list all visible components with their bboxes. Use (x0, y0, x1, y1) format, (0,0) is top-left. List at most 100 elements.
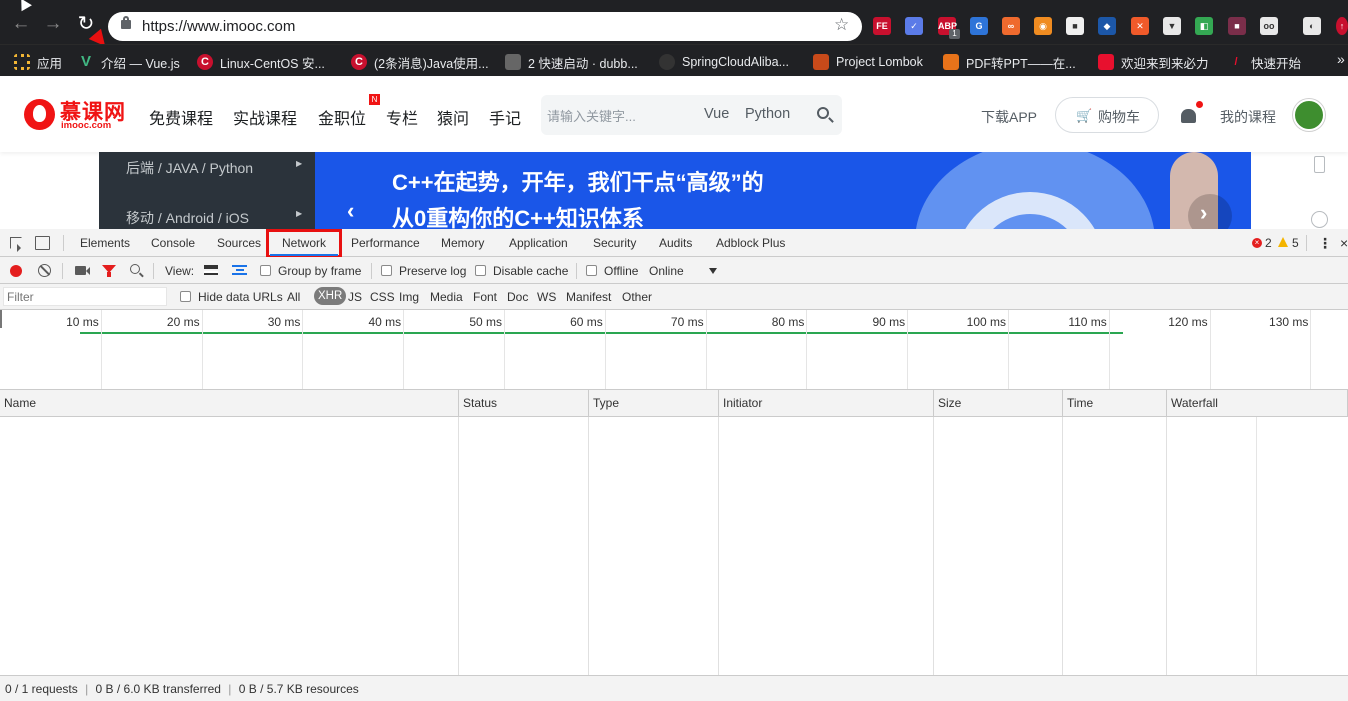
devtools-tab-application[interactable]: Application (509, 229, 568, 257)
nav-link[interactable]: 实战课程 (233, 105, 297, 129)
search-tag-vue[interactable]: Vue (704, 106, 729, 122)
devtools-tab-memory[interactable]: Memory (441, 229, 484, 257)
devtools-tab-network[interactable]: Network (282, 229, 326, 257)
bookmark-item[interactable]: V 介绍 — Vue.js (78, 53, 180, 71)
devtools-tab-sources[interactable]: Sources (217, 229, 261, 257)
filter-type-other[interactable]: Other (622, 290, 652, 304)
devtools-tab-elements[interactable]: Elements (80, 229, 130, 257)
disable-cache-label[interactable]: Disable cache (493, 264, 568, 278)
search-input[interactable]: 请输入关键字... (547, 106, 636, 125)
more-menu-icon[interactable]: ⋮ (1318, 234, 1332, 252)
reload-icon[interactable]: ↻ (74, 12, 98, 36)
filter-type-font[interactable]: Font (473, 290, 497, 304)
cart-button[interactable]: 🛒 购物车 (1055, 97, 1159, 133)
extension-icon[interactable]: ▼ (1163, 17, 1181, 35)
extension-icon[interactable]: ◧ (1195, 17, 1213, 35)
banner-prev-icon[interactable]: ‹ (347, 200, 354, 222)
error-count[interactable]: 2 (1265, 236, 1272, 250)
extension-icon[interactable]: oo (1260, 17, 1278, 35)
nav-link[interactable]: 免费课程 (149, 105, 213, 129)
extension-icon[interactable]: ✕ (1131, 17, 1149, 35)
banner-next-button[interactable]: › (1188, 194, 1232, 229)
category-item[interactable]: 移动 / Android / iOS (126, 208, 249, 228)
dropdown-arrow-icon[interactable] (709, 268, 717, 274)
extension-icon[interactable]: G (970, 17, 988, 35)
filter-type-ws[interactable]: WS (537, 290, 556, 304)
filter-type-img[interactable]: Img (399, 290, 419, 304)
column-header-waterfall[interactable]: Waterfall (1167, 390, 1348, 416)
address-bar[interactable]: https://www.imooc.com ☆ (108, 12, 862, 41)
site-search[interactable]: 请输入关键字... Vue Python (541, 95, 842, 135)
column-header-name[interactable]: Name (0, 390, 459, 416)
nav-link[interactable]: 猿问 (437, 105, 469, 129)
filter-type-css[interactable]: CSS (370, 290, 395, 304)
large-rows-icon[interactable] (204, 265, 218, 275)
record-icon[interactable] (10, 265, 22, 277)
warning-icon[interactable] (1278, 237, 1288, 247)
imooc-logo[interactable]: 慕课网 imooc.com (24, 98, 134, 132)
extension-icon[interactable]: ↑ (1336, 17, 1348, 35)
extension-icon[interactable]: ◉ (1034, 17, 1052, 35)
group-by-frame-checkbox[interactable] (260, 265, 271, 276)
avatar[interactable] (1293, 99, 1325, 131)
disable-cache-checkbox[interactable] (475, 265, 486, 276)
nav-link[interactable]: 专栏 (386, 105, 418, 129)
extension-icon[interactable]: ◆ (1098, 17, 1116, 35)
forward-icon[interactable]: → (41, 12, 65, 36)
filter-input[interactable]: Filter (3, 287, 167, 306)
nav-link[interactable]: 手记 (489, 105, 521, 129)
bookmark-item[interactable]: C Linux-CentOS 安... (197, 53, 325, 71)
bookmark-item[interactable]: SpringCloudAliba... (659, 53, 789, 71)
extension-icon[interactable]: ■ (1066, 17, 1084, 35)
hide-data-urls-checkbox[interactable] (180, 291, 191, 302)
column-header-size[interactable]: Size (934, 390, 1063, 416)
bookmark-item[interactable]: / 快速开始 (1228, 53, 1301, 71)
offline-label[interactable]: Offline (604, 264, 638, 278)
download-app-link[interactable]: 下载APP (981, 107, 1037, 127)
bookmark-item[interactable]: 2 快速启动 · dubb... (505, 53, 638, 71)
column-header-type[interactable]: Type (589, 390, 719, 416)
column-header-initiator[interactable]: Initiator (719, 390, 934, 416)
filter-type-doc[interactable]: Doc (507, 290, 528, 304)
phone-icon[interactable] (1314, 156, 1325, 173)
warning-count[interactable]: 5 (1292, 236, 1299, 250)
devtools-tab-security[interactable]: Security (593, 229, 636, 257)
extension-icon[interactable]: ✓ (905, 17, 923, 35)
error-icon[interactable]: × (1252, 238, 1262, 248)
bookmarks-overflow-icon[interactable]: » (1337, 51, 1345, 67)
filter-type-all[interactable]: All (287, 290, 300, 304)
bookmark-star-icon[interactable]: ☆ (834, 15, 849, 35)
screenshot-camera-icon[interactable] (75, 266, 86, 275)
devtools-tab-adblock-plus[interactable]: Adblock Plus (716, 229, 785, 257)
devtools-tab-performance[interactable]: Performance (351, 229, 420, 257)
close-devtools-icon[interactable]: × (1340, 235, 1348, 251)
throttling-select[interactable]: Online (649, 264, 684, 278)
extension-icon[interactable]: ∞ (1002, 17, 1020, 35)
nav-link[interactable]: 金职位 (318, 105, 366, 129)
smile-icon[interactable] (1311, 211, 1328, 228)
filter-type-js[interactable]: JS (348, 290, 362, 304)
search-tag-python[interactable]: Python (745, 106, 790, 122)
devtools-tab-audits[interactable]: Audits (659, 229, 692, 257)
group-by-frame-label[interactable]: Group by frame (278, 264, 361, 278)
extension-icon[interactable]: FE (873, 17, 891, 35)
my-courses-link[interactable]: 我的课程 (1220, 107, 1276, 127)
devtools-tab-console[interactable]: Console (151, 229, 195, 257)
bookmark-item[interactable]: PDF转PPT——在... (943, 53, 1076, 71)
preserve-log-checkbox[interactable] (381, 265, 392, 276)
hide-data-urls-label[interactable]: Hide data URLs (198, 290, 283, 304)
bookmark-item[interactable]: C (2条消息)Java使用... (351, 53, 489, 71)
bookmark-item[interactable]: Project Lombok (813, 53, 923, 71)
device-toggle-icon[interactable] (35, 236, 50, 250)
offline-checkbox[interactable] (586, 265, 597, 276)
extension-icon[interactable]: ◐ (1303, 17, 1321, 35)
filter-type-media[interactable]: Media (430, 290, 463, 304)
bookmark-item[interactable]: 应用 (14, 53, 62, 71)
extension-icon[interactable]: ■ (1228, 17, 1246, 35)
filter-type-xhr[interactable]: XHR (314, 287, 347, 305)
bell-icon[interactable] (1181, 109, 1196, 123)
category-item[interactable]: 后端 / JAVA / Python (126, 158, 253, 178)
column-header-status[interactable]: Status (459, 390, 589, 416)
filter-type-manifest[interactable]: Manifest (566, 290, 611, 304)
bookmark-item[interactable]: 欢迎来到来必力 (1098, 53, 1209, 71)
